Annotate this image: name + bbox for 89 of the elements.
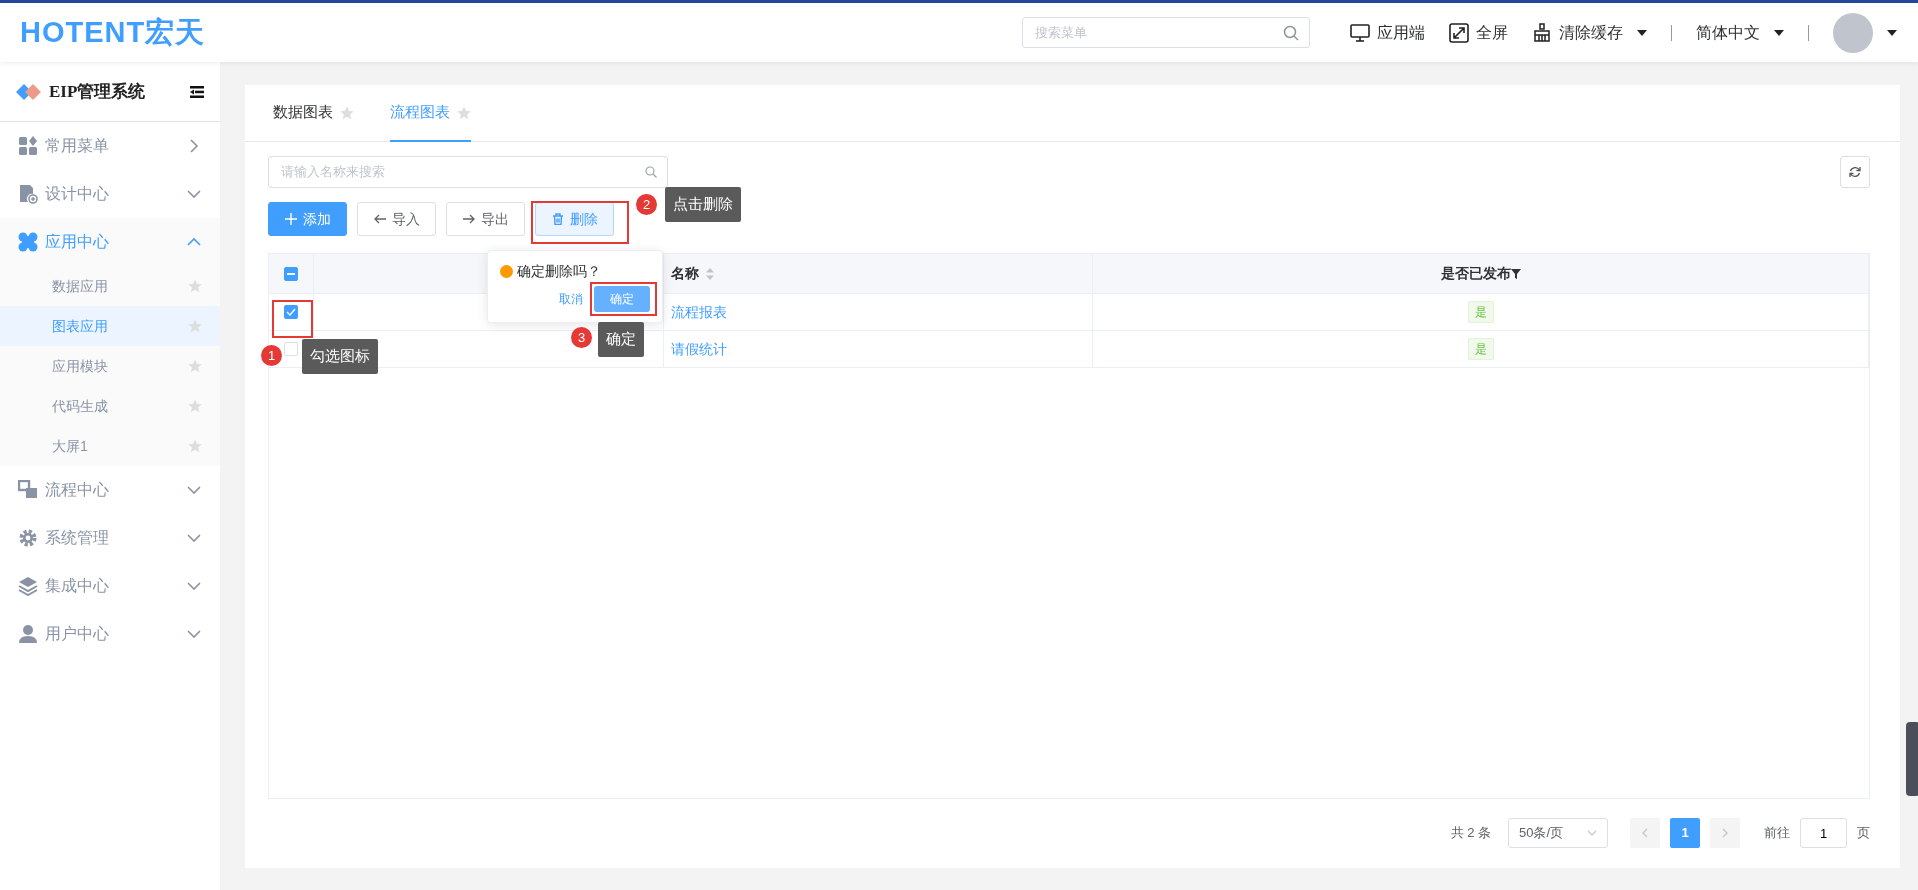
annotation-tooltip: 勾选图标 bbox=[302, 339, 378, 374]
previous-page-button[interactable] bbox=[1630, 818, 1660, 848]
page-unit-label: 页 bbox=[1857, 824, 1870, 843]
refresh-icon bbox=[1849, 166, 1861, 178]
user-avatar[interactable] bbox=[1833, 12, 1873, 53]
search-icon bbox=[645, 166, 657, 178]
sidebar-submenu-item[interactable]: 图表应用 bbox=[0, 306, 220, 346]
checkbox[interactable] bbox=[284, 266, 298, 281]
name-link[interactable]: 请假统计 bbox=[671, 338, 727, 360]
broom-icon bbox=[1532, 22, 1552, 43]
minus-icon bbox=[287, 272, 295, 275]
sidebar-menu-item[interactable]: 集成中心 bbox=[0, 562, 220, 610]
popover-message: 确定删除吗？ bbox=[516, 262, 601, 281]
checkbox[interactable] bbox=[284, 305, 298, 319]
menu-search-box[interactable]: 搜索菜单 bbox=[1022, 17, 1310, 48]
system-title: EIP管理系统 bbox=[49, 80, 146, 103]
sidebar-menu-item[interactable]: 流程中心 bbox=[0, 466, 220, 514]
overlap-squares-icon bbox=[18, 480, 38, 500]
star-icon bbox=[457, 105, 471, 120]
next-page-button[interactable] bbox=[1710, 818, 1740, 848]
plus-icon bbox=[284, 213, 297, 225]
highlight-frame bbox=[590, 282, 657, 316]
header-action-button[interactable]: 全屏 bbox=[1449, 20, 1508, 45]
chevron-left-icon bbox=[1642, 828, 1648, 838]
export-button[interactable]: 导出 bbox=[446, 202, 525, 236]
filter-icon bbox=[1510, 268, 1521, 279]
star-icon bbox=[340, 105, 354, 120]
grid-icon bbox=[18, 136, 38, 156]
header-action-button[interactable]: 清除缓存 bbox=[1532, 20, 1647, 45]
sidebar-menu-item[interactable]: 应用中心 bbox=[0, 218, 220, 266]
sidebar-submenu-item[interactable]: 数据应用 bbox=[0, 266, 220, 306]
layers-icon bbox=[18, 576, 38, 596]
name-link[interactable]: 流程报表 bbox=[671, 301, 727, 323]
delete-button[interactable]: 删除 bbox=[535, 202, 614, 236]
search-box[interactable]: 请输入名称来搜索 bbox=[268, 156, 668, 188]
star-icon bbox=[188, 319, 202, 333]
page-size-select[interactable]: 50条/页 bbox=[1508, 818, 1608, 848]
trash-icon bbox=[551, 213, 564, 225]
goto-label: 前往 bbox=[1764, 824, 1790, 843]
sidebar-menu-item[interactable]: 设计中心 bbox=[0, 170, 220, 218]
add-button[interactable]: 添加 bbox=[268, 202, 347, 236]
page-button[interactable]: 1 bbox=[1670, 818, 1700, 848]
cancel-button[interactable]: 取消 bbox=[555, 285, 587, 312]
chevron-icon bbox=[1587, 830, 1597, 836]
clover-icon bbox=[18, 232, 38, 252]
total-count: 共 2 条 bbox=[1450, 824, 1491, 843]
star-icon bbox=[188, 439, 202, 453]
document-add-icon bbox=[18, 184, 38, 204]
chevron-right-icon bbox=[1722, 828, 1728, 838]
expand-icon bbox=[1449, 22, 1469, 43]
published-tag: 是 bbox=[1467, 338, 1494, 360]
import-button[interactable]: 导入 bbox=[357, 202, 436, 236]
published-tag: 是 bbox=[1467, 301, 1494, 323]
sidebar-submenu-item[interactable]: 应用模块 bbox=[0, 346, 220, 386]
user-icon bbox=[18, 624, 38, 644]
annotation-tooltip: 确定 bbox=[598, 322, 644, 357]
annotation-tooltip: 点击删除 bbox=[665, 187, 741, 222]
tab[interactable]: 流程图表 bbox=[390, 85, 471, 142]
settings-icon bbox=[18, 528, 38, 548]
sidebar-submenu-item[interactable]: 代码生成 bbox=[0, 386, 220, 426]
language-dropdown[interactable]: 简体中文 bbox=[1696, 20, 1760, 45]
arrow-right-icon bbox=[462, 213, 475, 225]
sidebar-menu-item[interactable]: 系统管理 bbox=[0, 514, 220, 562]
column-header: 名称 bbox=[671, 264, 699, 283]
sidebar-menu-item[interactable]: 用户中心 bbox=[0, 610, 220, 658]
question-icon bbox=[500, 265, 513, 278]
caret-icon bbox=[1774, 29, 1784, 36]
arrow-left-icon bbox=[373, 213, 386, 225]
monitor-icon bbox=[1350, 22, 1370, 43]
highlight-frame bbox=[272, 300, 313, 338]
caret-icon bbox=[1887, 29, 1897, 36]
header-action-button[interactable]: 应用端 bbox=[1350, 20, 1425, 45]
diamond-logo-icon bbox=[16, 81, 42, 102]
star-icon bbox=[188, 359, 202, 373]
sidebar-submenu-item[interactable]: 大屏1 bbox=[0, 426, 220, 466]
column-header: 是否已发布 bbox=[1440, 264, 1511, 283]
sidebar-menu-item[interactable]: 常用菜单 bbox=[0, 122, 220, 170]
search-icon bbox=[1283, 24, 1299, 41]
confirm-button[interactable]: 确定 bbox=[594, 285, 650, 312]
star-icon bbox=[188, 399, 202, 413]
page-input[interactable]: 1 bbox=[1800, 818, 1847, 848]
logo-text: HOTENT宏天 bbox=[20, 14, 206, 50]
star-icon bbox=[188, 279, 202, 293]
caret-icon bbox=[1637, 29, 1647, 36]
tab[interactable]: 数据图表 bbox=[273, 85, 354, 142]
menu-collapse-icon bbox=[190, 85, 204, 98]
refresh-button[interactable] bbox=[1840, 156, 1870, 188]
sort-icon bbox=[705, 266, 715, 281]
check-icon bbox=[286, 308, 296, 316]
